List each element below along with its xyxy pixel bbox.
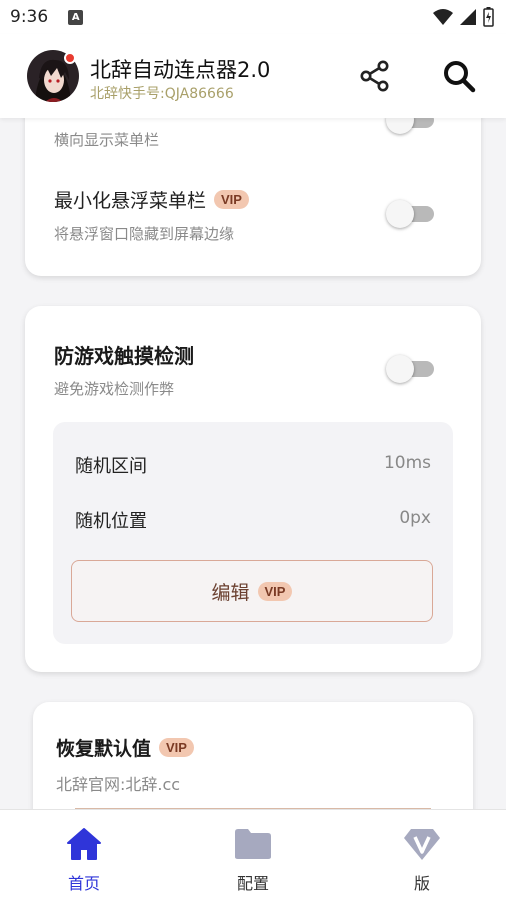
reset-defaults-desc: 北辞官网:北辞.cc <box>56 775 181 794</box>
anti-detect-settings-panel: 随机区间 10ms 随机位置 0px 编辑 VIP <box>53 422 453 644</box>
status-bar: 9:36 A <box>0 0 506 34</box>
bottom-navigation: 首页 配置 版 <box>0 809 506 899</box>
search-button[interactable] <box>439 56 479 96</box>
wifi-icon <box>433 9 453 25</box>
horizontal-menu-toggle[interactable] <box>386 118 436 134</box>
status-time: 9:36 <box>10 7 49 27</box>
app-header: 北辞自动连点器2.0 北辞快手号:QJA86666 <box>0 34 506 118</box>
edit-button-label: 编辑 <box>211 581 250 604</box>
notification-a-icon: A <box>68 9 84 25</box>
minimize-menu-toggle[interactable] <box>386 200 436 228</box>
reset-defaults-card[interactable]: 恢复默认值 VIP 北辞官网:北辞.cc <box>33 702 473 809</box>
search-icon <box>444 61 476 93</box>
nav-version-label: 版 <box>413 874 430 893</box>
horizontal-menu-desc: 横向显示菜单栏 <box>54 131 160 149</box>
vip-diamond-icon <box>404 829 440 860</box>
anti-detect-toggle[interactable] <box>386 355 436 383</box>
nav-version[interactable]: 版 <box>382 826 462 894</box>
menu-settings-card: 横向显示菜单栏 最小化悬浮菜单栏 VIP 将悬浮窗口隐藏到屏幕边缘 <box>25 118 481 276</box>
minimize-menu-label: 最小化悬浮菜单栏 <box>54 190 207 212</box>
home-icon <box>67 828 101 860</box>
reset-defaults-label: 恢复默认值 <box>56 738 152 760</box>
notification-dot <box>64 52 76 64</box>
minimize-menu-title: 最小化悬浮菜单栏 VIP <box>54 186 249 213</box>
status-icons <box>433 7 494 27</box>
anti-detect-title: 防游戏触摸检测 <box>54 344 194 368</box>
reset-defaults-title: 恢复默认值 VIP <box>56 734 194 761</box>
random-position-value: 0px <box>399 508 431 528</box>
vip-badge: VIP <box>214 190 249 209</box>
random-range-label: 随机区间 <box>75 456 147 477</box>
random-range-value: 10ms <box>383 453 431 473</box>
nav-config-label: 配置 <box>236 874 269 893</box>
vip-badge: VIP <box>159 738 194 757</box>
signal-icon <box>460 9 476 25</box>
nav-home-label: 首页 <box>67 874 100 893</box>
settings-scroll[interactable]: 横向显示菜单栏 最小化悬浮菜单栏 VIP 将悬浮窗口隐藏到屏幕边缘 防游戏触摸检… <box>0 118 506 809</box>
anti-detect-card: 防游戏触摸检测 避免游戏检测作弊 随机区间 10ms 随机位置 0px 编辑 V… <box>25 306 481 672</box>
folder-icon <box>235 829 271 859</box>
share-icon <box>360 60 389 92</box>
minimize-menu-desc: 将悬浮窗口隐藏到屏幕边缘 <box>54 225 235 243</box>
battery-icon <box>483 7 494 27</box>
random-position-label: 随机位置 <box>75 511 147 532</box>
nav-home[interactable]: 首页 <box>44 826 124 894</box>
vip-badge: VIP <box>257 581 293 601</box>
anti-detect-desc: 避免游戏检测作弊 <box>54 380 175 398</box>
app-title: 北辞自动连点器2.0 <box>90 58 271 82</box>
share-button[interactable] <box>355 56 395 96</box>
edit-button[interactable]: 编辑 VIP <box>71 560 433 622</box>
app-subtitle: 北辞快手号:QJA86666 <box>90 86 234 102</box>
nav-config[interactable]: 配置 <box>213 826 293 894</box>
